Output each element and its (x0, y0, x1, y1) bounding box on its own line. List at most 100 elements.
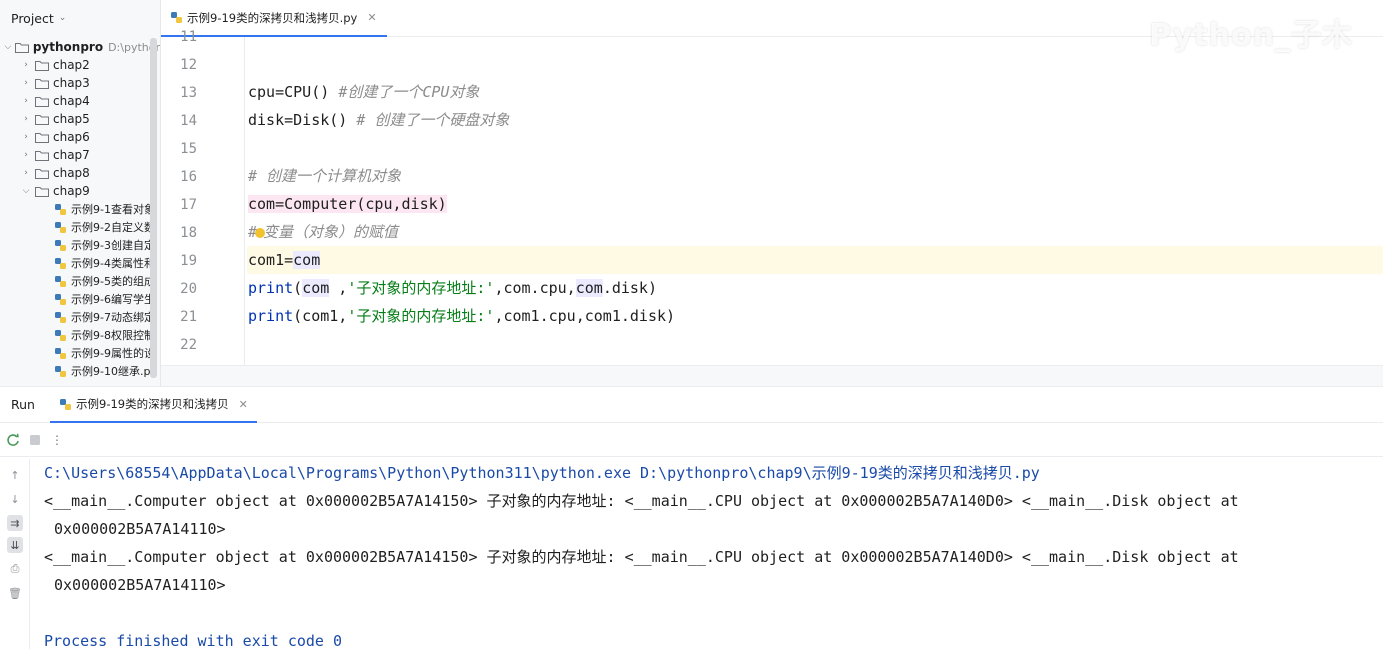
run-tab[interactable]: 示例9-19类的深拷贝和浅拷贝 ✕ (50, 387, 257, 423)
code-text: disk=Disk() (248, 111, 357, 129)
tree-file[interactable]: 示例9-1查看对象 (55, 200, 160, 218)
code-text: ( (293, 279, 303, 297)
code-text: com (575, 279, 603, 297)
close-icon[interactable]: ✕ (239, 398, 248, 411)
python-file-icon (55, 293, 66, 305)
tree-file-label: 示例9-7动态绑定 (71, 311, 155, 324)
chevron-right-icon[interactable]: › (20, 78, 32, 88)
tree-folder-chap8[interactable]: › chap8 (20, 164, 160, 182)
tree-file[interactable]: 示例9-9属性的设 (55, 344, 160, 362)
code-line-20[interactable]: print(com ,'子对象的内存地址:',com.cpu,com.disk) (247, 274, 1383, 302)
line-number: 13 (180, 85, 197, 101)
line-number: 19 (180, 253, 197, 269)
tree-folder-chap9[interactable]: ⌵ chap9 (20, 182, 160, 200)
tree-file-label: 示例9-3创建自定 (71, 239, 155, 252)
tree-root[interactable]: ⌵ pythonpro D:\pythor (4, 38, 161, 56)
run-toolbar: ⋮ (0, 423, 1383, 457)
tree-file-label: 示例9-8权限控制 (71, 329, 155, 342)
code-text: com (293, 251, 321, 269)
code-line-18[interactable]: # 变量（对象）的赋值 (247, 218, 1383, 246)
code-line-13[interactable]: cpu=CPU() #创建了一个CPU对象 (247, 78, 1383, 106)
tree-folder-label: chap5 (53, 112, 90, 126)
folder-icon (35, 78, 49, 89)
tree-file[interactable]: 示例9-4类属性和 (55, 254, 160, 272)
code-keyword: print (248, 307, 294, 325)
code-text: ,com1.cpu,com1.disk) (494, 307, 676, 325)
code-line-14[interactable]: disk=Disk() # 创建了一个硬盘对象 (247, 106, 1383, 134)
python-file-icon (55, 365, 66, 377)
rerun-icon[interactable] (6, 433, 20, 447)
tree-file[interactable]: 示例9-8权限控制 (55, 326, 160, 344)
code-string: '子对象的内存地址:' (347, 279, 495, 297)
run-header: Run 示例9-19类的深拷贝和浅拷贝 ✕ (0, 387, 1383, 423)
tree-folder-chap4[interactable]: › chap4 (20, 92, 160, 110)
chevron-right-icon[interactable]: › (20, 132, 32, 142)
close-icon[interactable]: ✕ (367, 11, 376, 24)
editor-horizontal-scrollbar[interactable] (161, 365, 1383, 386)
code-line-16[interactable]: # 创建一个计算机对象 (247, 162, 1383, 190)
folder-icon (35, 96, 49, 107)
chevron-down-icon[interactable]: ⌄ (59, 13, 67, 23)
tree-folder-label: chap6 (53, 130, 90, 144)
console-line: 0x000002B5A7A14110> (54, 576, 226, 594)
tree-file[interactable]: 示例9-6编写学生 (55, 290, 160, 308)
project-header[interactable]: Project ⌄ (0, 0, 160, 36)
soft-wrap-icon[interactable]: ⇉ (7, 515, 23, 531)
project-scrollbar[interactable] (150, 38, 157, 378)
python-file-icon (55, 311, 66, 323)
python-file-icon (55, 257, 66, 269)
chevron-right-icon[interactable]: › (20, 168, 32, 178)
scroll-to-end-icon[interactable]: ⇊ (7, 537, 23, 553)
code-line-21[interactable]: print(com1,'子对象的内存地址:',com1.cpu,com1.dis… (247, 302, 1383, 330)
run-panel: Run 示例9-19类的深拷贝和浅拷贝 ✕ ⋮ ↑ ↓ ⇉ ⇊ ⎙ 🗑 C:\U… (0, 386, 1383, 649)
console-line: 0x000002B5A7A14110> (54, 520, 226, 538)
tree-file-label: 示例9-2自定义数 (71, 221, 155, 234)
folder-icon (35, 186, 49, 197)
line-number: 12 (180, 57, 197, 73)
code-text: com=Computer(cpu,disk) (248, 195, 447, 213)
code-comment: 变量（对象）的赋值 (263, 223, 399, 241)
tree-file-label: 示例9-4类属性和 (71, 257, 155, 270)
console-line: <__main__.Computer object at 0x000002B5A… (44, 492, 1239, 510)
arrow-up-icon[interactable]: ↑ (7, 467, 23, 483)
chevron-right-icon[interactable]: › (20, 114, 32, 124)
more-options-icon[interactable]: ⋮ (50, 433, 64, 447)
chevron-down-icon[interactable]: ⌵ (4, 42, 12, 52)
editor-tab-bar: 示例9-19类的深拷贝和浅拷贝.py ✕ Python_子木 (161, 0, 1383, 53)
code-area[interactable]: cpu=CPU() #创建了一个CPU对象 disk=Disk() # 创建了一… (247, 37, 1383, 365)
tree-folder-label: chap3 (53, 76, 90, 90)
chevron-down-icon[interactable]: ⌵ (20, 186, 32, 196)
tree-file[interactable]: 示例9-2自定义数 (55, 218, 160, 236)
code-text: , (329, 279, 348, 297)
tree-file[interactable]: 示例9-3创建自定 (55, 236, 160, 254)
chevron-right-icon[interactable]: › (20, 60, 32, 70)
python-file-icon (55, 329, 66, 341)
code-line-19[interactable]: com1=com (247, 246, 1383, 274)
tree-file-label: 示例9-5类的组成 (71, 275, 155, 288)
folder-icon (35, 114, 49, 125)
tree-folder-label: chap8 (53, 166, 90, 180)
arrow-down-icon[interactable]: ↓ (7, 491, 23, 507)
console-line: C:\Users\68554\AppData\Local\Programs\Py… (44, 464, 1040, 482)
tree-file[interactable]: 示例9-7动态绑定 (55, 308, 160, 326)
tree-file[interactable]: 示例9-5类的组成 (55, 272, 160, 290)
code-text: (com1, (293, 307, 348, 325)
chevron-right-icon[interactable]: › (20, 96, 32, 106)
tree-folder-label: chap9 (53, 184, 90, 198)
print-icon[interactable]: ⎙ (7, 561, 23, 577)
tree-folder-chap2[interactable]: › chap2 (20, 56, 160, 74)
chevron-right-icon[interactable]: › (20, 150, 32, 160)
code-line-17[interactable]: com=Computer(cpu,disk) (247, 190, 1383, 218)
tree-folder-chap7[interactable]: › chap7 (20, 146, 160, 164)
tree-folder-chap6[interactable]: › chap6 (20, 128, 160, 146)
run-side-toolbar: ↑ ↓ ⇉ ⇊ ⎙ 🗑 (0, 459, 30, 649)
folder-icon (35, 132, 49, 143)
tree-folder-chap3[interactable]: › chap3 (20, 74, 160, 92)
code-text: com (302, 279, 330, 297)
line-number: 11 (180, 29, 197, 45)
python-file-icon (55, 239, 66, 251)
tree-folder-chap5[interactable]: › chap5 (20, 110, 160, 128)
trash-icon[interactable]: 🗑 (7, 585, 23, 601)
stop-icon[interactable] (28, 433, 42, 447)
tree-file[interactable]: 示例9-10继承.py (55, 362, 160, 380)
